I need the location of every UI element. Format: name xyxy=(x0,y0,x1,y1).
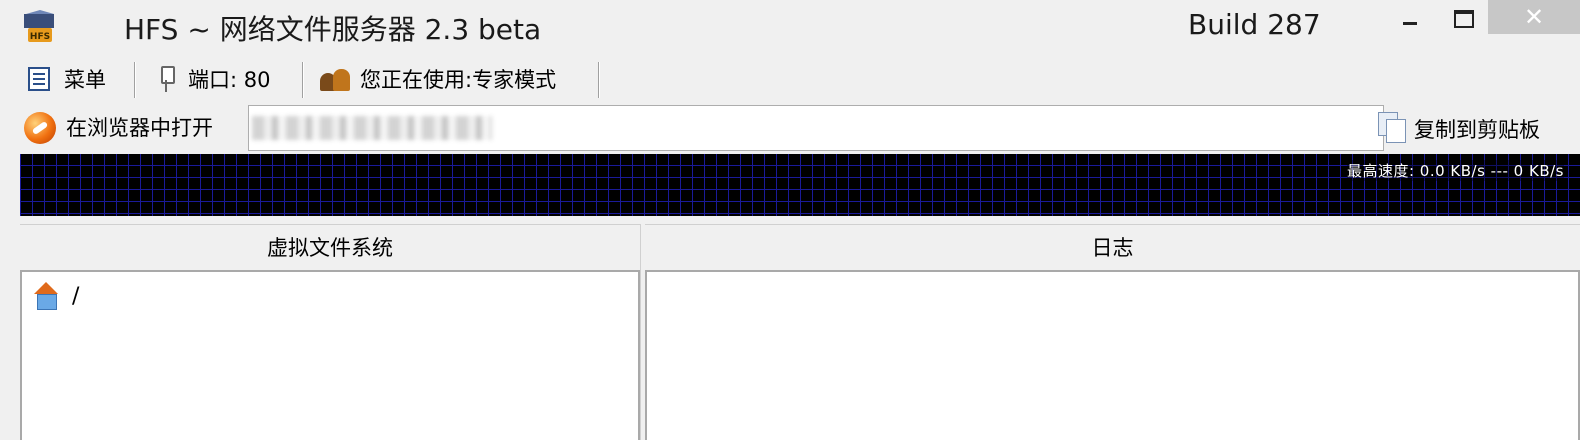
menu-label: 菜单 xyxy=(64,68,106,92)
home-icon xyxy=(32,282,60,310)
toolbar-separator xyxy=(134,62,136,98)
bandwidth-graph: 最高速度: 0.0 KB/s --- 0 KB/s xyxy=(20,154,1580,216)
log-header: 日志 xyxy=(645,224,1580,270)
redacted-url xyxy=(252,116,492,140)
toolbar: 菜单 端口: 80 您正在使用:专家模式 xyxy=(16,56,1580,102)
log-area[interactable] xyxy=(645,270,1580,440)
toolbar-separator xyxy=(598,62,600,98)
max-speed-label: 最高速度: 0.0 KB/s --- 0 KB/s xyxy=(1346,160,1564,181)
build-label: Build 287 xyxy=(1188,8,1321,41)
vfs-tree[interactable]: / xyxy=(20,270,640,440)
mode-label: 您正在使用:专家模式 xyxy=(360,68,557,92)
tree-item-label: / xyxy=(72,283,80,309)
address-row: 在浏览器中打开 复制到剪贴板 xyxy=(16,104,1580,152)
vfs-panel: 虚拟文件系统 / xyxy=(20,224,640,440)
maximize-button[interactable] xyxy=(1442,0,1482,44)
copy-icon[interactable] xyxy=(1378,112,1406,143)
port-plug-icon xyxy=(158,66,175,92)
copy-to-clipboard-button[interactable]: 复制到剪贴板 xyxy=(1414,114,1540,144)
mode-button[interactable]: 您正在使用:专家模式 xyxy=(320,56,556,102)
port-label: 端口: 80 xyxy=(188,68,271,92)
close-button[interactable]: ✕ xyxy=(1488,0,1580,34)
open-in-browser-button[interactable]: 在浏览器中打开 xyxy=(66,112,213,142)
menu-icon xyxy=(28,67,50,91)
hfs-logo-icon[interactable]: HFS xyxy=(22,10,58,44)
title-bar: HFS HFS ~ 网络文件服务器 2.3 beta Build 287 ✕ xyxy=(0,0,1580,52)
users-icon xyxy=(320,67,350,91)
svg-text:HFS: HFS xyxy=(30,32,50,42)
window-title: HFS ~ 网络文件服务器 2.3 beta xyxy=(124,13,542,46)
log-panel: 日志 xyxy=(645,224,1580,440)
vfs-header: 虚拟文件系统 xyxy=(20,224,640,270)
minimize-button[interactable] xyxy=(1400,0,1430,44)
tree-item-root[interactable]: / xyxy=(32,282,79,310)
toolbar-separator xyxy=(302,62,304,98)
port-button[interactable]: 端口: 80 xyxy=(158,56,270,102)
menu-button[interactable]: 菜单 xyxy=(28,56,106,102)
browser-icon[interactable] xyxy=(24,112,56,144)
